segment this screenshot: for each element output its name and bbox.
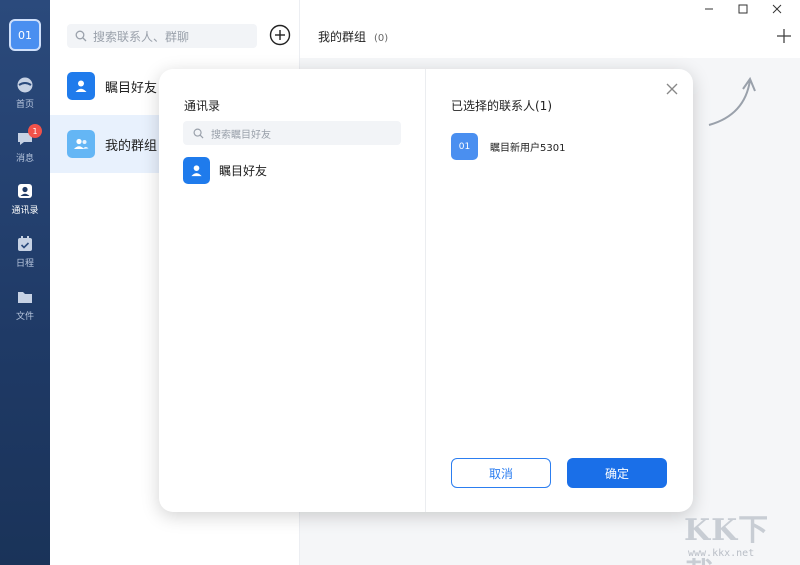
nav-rail: 01 首页 1 消息 通讯录 日程 文件	[0, 0, 50, 565]
add-circle-icon[interactable]	[269, 24, 291, 46]
nav-item-label: 首页	[15, 100, 34, 110]
minimize-icon	[705, 8, 713, 10]
search-input[interactable]: 搜索联系人、群聊	[67, 24, 257, 48]
user-icon	[183, 157, 210, 184]
confirm-button[interactable]: 确定	[567, 458, 667, 488]
group-icon	[67, 130, 95, 158]
select-contacts-dialog: 通讯录 搜索瞩目好友 瞩目好友 已选择的联系人(1) 01 瞩目新用户5301 …	[159, 69, 693, 512]
search-icon	[193, 128, 204, 139]
watermark: KK下载 www.kkx.net	[680, 505, 795, 565]
selected-contact-item[interactable]: 01 瞩目新用户5301	[451, 133, 565, 160]
close-dialog-icon[interactable]	[665, 82, 679, 96]
page-title: 我的群组 (0)	[318, 30, 389, 44]
search-icon	[75, 30, 87, 42]
nav-item-files[interactable]: 文件	[0, 288, 50, 322]
selected-contact-name: 瞩目新用户5301	[490, 143, 566, 154]
user-avatar[interactable]: 01	[9, 19, 41, 51]
selected-contacts-title: 已选择的联系人(1)	[451, 99, 552, 113]
cancel-button[interactable]: 取消	[451, 458, 551, 488]
list-item-label: 我的群组	[105, 138, 158, 154]
minimize-button[interactable]	[702, 2, 716, 16]
nav-item-contacts[interactable]: 通讯录	[0, 182, 50, 216]
contacts-title: 通讯录	[184, 99, 221, 113]
search-placeholder: 搜索联系人、群聊	[93, 29, 190, 44]
calendar-icon	[18, 236, 32, 251]
list-item-label: 瞩目好友	[105, 80, 158, 96]
add-icon[interactable]	[776, 28, 792, 44]
nav-item-home[interactable]: 首页	[0, 76, 50, 110]
maximize-icon	[738, 4, 748, 14]
contacts-icon	[18, 184, 32, 198]
nav-item-label: 通讯录	[11, 206, 39, 216]
folder-icon	[18, 292, 32, 303]
search-placeholder: 搜索瞩目好友	[211, 129, 271, 141]
unread-badge: 1	[28, 124, 42, 138]
nav-item-label: 消息	[15, 154, 34, 164]
contact-avatar: 01	[451, 133, 478, 160]
nav-item-messages[interactable]: 1 消息	[0, 124, 50, 164]
close-window-button[interactable]	[770, 2, 784, 16]
dialog-divider	[425, 69, 426, 512]
hint-arrow-icon	[708, 76, 756, 126]
nav-item-label: 文件	[15, 312, 34, 322]
contact-item-friends[interactable]: 瞩目好友	[183, 157, 267, 184]
nav-item-calendar[interactable]: 日程	[0, 235, 50, 269]
contacts-search-input[interactable]: 搜索瞩目好友	[183, 121, 401, 145]
nav-item-label: 日程	[15, 259, 34, 269]
user-icon	[67, 72, 95, 100]
contact-item-label: 瞩目好友	[219, 164, 268, 178]
close-icon	[772, 4, 782, 14]
group-count: (0)	[374, 33, 389, 44]
home-icon	[17, 77, 33, 93]
content-header: 我的群组 (0)	[300, 0, 800, 58]
watermark-url: www.kkx.net	[688, 548, 755, 559]
maximize-button[interactable]	[736, 2, 750, 16]
